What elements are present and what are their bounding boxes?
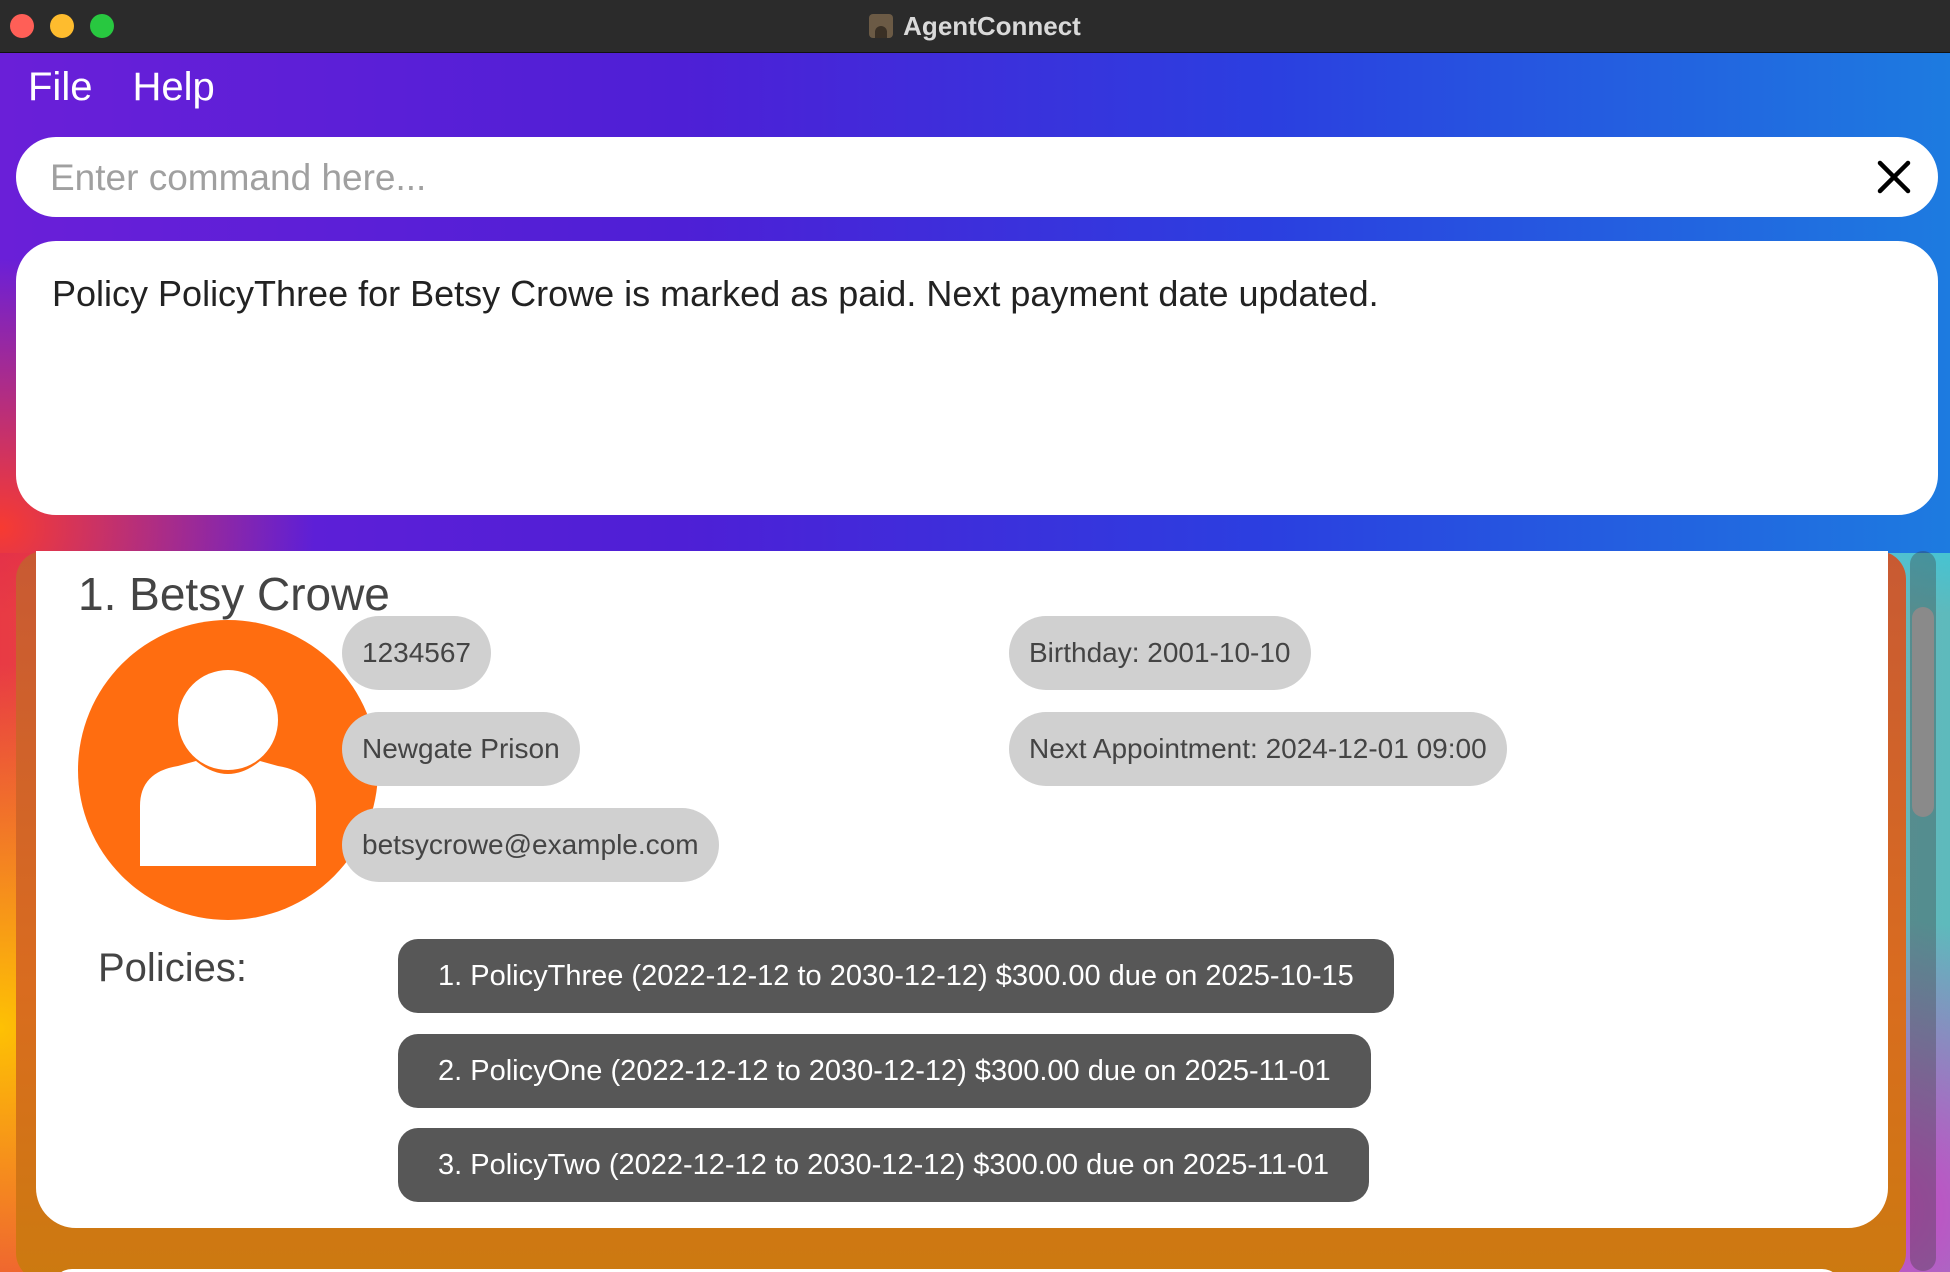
result-message: Policy PolicyThree for Betsy Crowe is ma… [52,273,1379,314]
policy-item: 2. PolicyOne (2022-12-12 to 2030-12-12) … [398,1034,1371,1108]
email-chip: betsycrowe@example.com [342,808,719,882]
phone-chip: 1234567 [342,616,492,690]
menu-help[interactable]: Help [132,65,214,110]
avatar-icon [78,620,378,920]
app-icon [869,14,894,38]
title-bar: AgentConnect [0,0,1950,53]
policy-item: 3. PolicyTwo (2022-12-12 to 2030-12-12) … [398,1128,1370,1202]
menu-file[interactable]: File [28,65,92,110]
command-input[interactable] [48,137,1852,219]
command-box [16,137,1938,219]
list-scrollbar[interactable] [1910,551,1936,1271]
person-name: 1. Betsy Crowe [78,568,390,620]
person-card[interactable]: 1. Betsy Crowe 1234567 Newgate Prison be… [36,551,1888,1228]
result-display: Policy PolicyThree for Betsy Crowe is ma… [16,241,1938,515]
person-list: 1. Betsy Crowe 1234567 Newgate Prison be… [16,551,1906,1272]
address-chip: Newgate Prison [342,712,580,786]
birthday-chip: Birthday: 2001-10-10 [1009,616,1311,690]
window-title: AgentConnect [903,10,1081,41]
app-window: File Help Policy PolicyThree for Betsy C… [0,53,1950,1272]
appointment-chip: Next Appointment: 2024-12-01 09:00 [1009,712,1507,786]
scrollbar-thumb[interactable] [1912,607,1934,817]
policy-item: 1. PolicyThree (2022-12-12 to 2030-12-12… [398,939,1394,1013]
clear-icon[interactable] [1872,155,1916,199]
policies-label: Policies: [98,946,247,990]
menu-bar: File Help [28,65,215,110]
